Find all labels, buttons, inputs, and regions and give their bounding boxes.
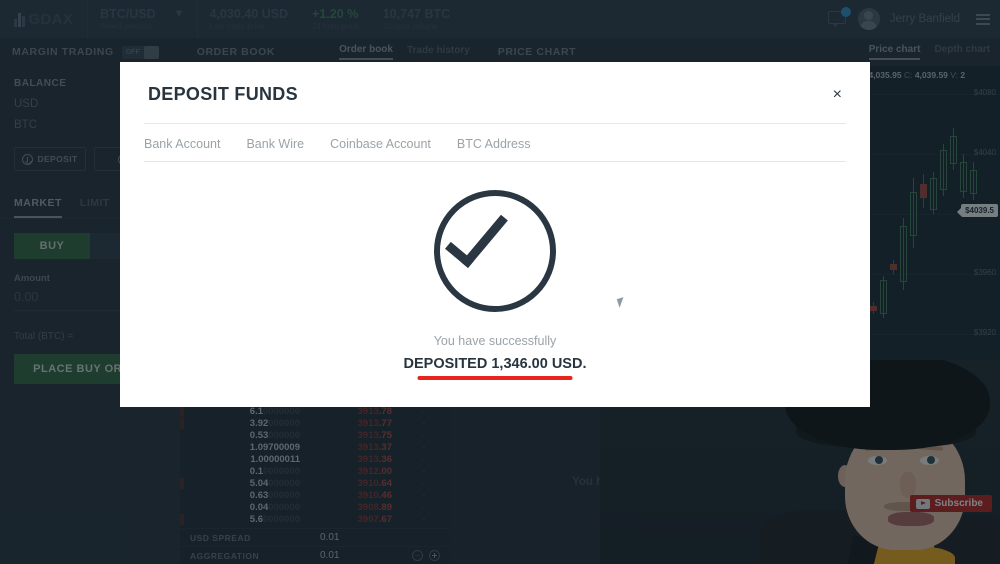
success-line-2: DEPOSITED 1,346.00 USD. xyxy=(120,356,870,380)
tab-btc-address[interactable]: BTC Address xyxy=(457,137,531,151)
tab-bank-wire[interactable]: Bank Wire xyxy=(246,137,304,151)
tab-bank-account[interactable]: Bank Account xyxy=(144,137,220,151)
gdax-trading-app: GDAX BTC/USD ▼ Select product 4,030.40 U… xyxy=(0,0,1000,564)
modal-title: DEPOSIT FUNDS xyxy=(148,84,298,104)
modal-header: DEPOSIT FUNDS × xyxy=(120,62,870,105)
check-mark xyxy=(445,201,508,268)
success-line-1: You have successfully xyxy=(433,334,557,348)
success-check-wrapper xyxy=(120,190,870,312)
red-underline-annotation xyxy=(417,376,573,380)
modal-tabs-divider xyxy=(144,161,846,162)
deposit-method-tabs: Bank Account Bank Wire Coinbase Account … xyxy=(120,124,870,151)
close-icon[interactable]: × xyxy=(833,86,842,103)
deposit-funds-modal: DEPOSIT FUNDS × Bank Account Bank Wire C… xyxy=(120,62,870,407)
tab-coinbase-account[interactable]: Coinbase Account xyxy=(330,137,431,151)
check-circle-icon xyxy=(434,190,556,312)
deposit-amount-text: DEPOSITED 1,346.00 USD. xyxy=(403,356,587,372)
